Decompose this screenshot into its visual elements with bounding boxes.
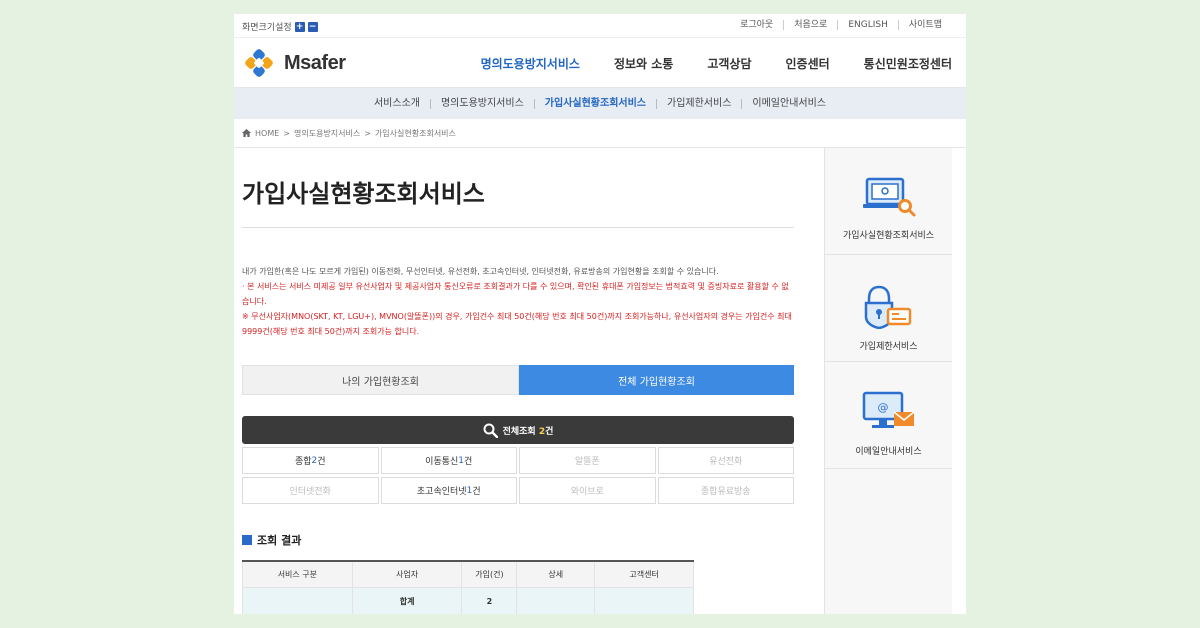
side-item-subscription-check[interactable]: 가입사실현황조회서비스	[825, 148, 952, 255]
result-heading: 조회 결과	[242, 532, 794, 548]
col-provider: 사업자	[351, 560, 463, 588]
breadcrumb-level1[interactable]: 명의도용방지서비스	[294, 128, 360, 139]
query-tabs: 나의 가입현황조회 전체 가입현황조회	[242, 365, 794, 395]
font-size-control: 화면크기설정 + −	[242, 20, 318, 33]
category-total[interactable]: 종합 2 건	[242, 447, 379, 474]
monitor-mail-icon: @	[862, 391, 914, 428]
logo-text: Msafer	[284, 51, 346, 74]
col-count: 가입(건)	[461, 560, 518, 588]
page-title: 가입사실현황조회서비스	[242, 174, 794, 228]
svg-text:@: @	[877, 401, 888, 414]
breadcrumb-separator: >	[283, 128, 290, 138]
limit-notice-text: ※ 무선사업자(MNO(SKT, KT, LGU+), MVNO(알뜰폰))의 …	[242, 312, 792, 336]
english-link[interactable]: ENGLISH	[837, 20, 898, 30]
description: 내가 가입한(혹은 나도 모르게 가입된) 이동전화, 무선인터넷, 유선전화,…	[242, 264, 794, 339]
breadcrumb: HOME > 명의도용방지서비스 > 가입사실현황조회서비스	[234, 119, 966, 148]
description-text: 내가 가입한(혹은 나도 모르게 가입된) 이동전화, 무선인터넷, 유선전화,…	[242, 267, 719, 276]
lnb-item-intro[interactable]: 서비스소개	[364, 98, 430, 109]
utility-links: 로그아웃 처음으로 ENGLISH 사이트맵	[730, 20, 952, 30]
main-content: 가입사실현황조회서비스 내가 가입한(혹은 나도 모르게 가입된) 이동전화, …	[242, 148, 794, 614]
category-paid-tv[interactable]: 종합유료방송	[657, 477, 794, 504]
tab-my-subscription[interactable]: 나의 가입현황조회	[242, 365, 519, 395]
sub-navigation: 서비스소개 명의도용방지서비스 가입사실현황조회서비스 가입제한서비스 이메일안…	[234, 88, 966, 119]
table-header-row: 서비스 구분 사업자 가입(건) 상세 고객센터	[242, 560, 694, 588]
result-table: 서비스 구분 사업자 가입(건) 상세 고객센터 합계 2 소계	[242, 560, 694, 614]
side-item-label: 가입제한서비스	[859, 342, 918, 352]
logo[interactable]: Msafer	[242, 49, 346, 77]
category-broadband[interactable]: 초고속인터넷 1 건	[380, 477, 517, 504]
cell-center	[594, 586, 694, 614]
utility-bar: 화면크기설정 + − 로그아웃 처음으로 ENGLISH 사이트맵	[234, 14, 966, 38]
heading-marker-icon	[242, 535, 252, 545]
gnb-menu: 명의도용방지서비스 정보와 소통 고객상담 인증센터 통신민원조정센터	[447, 55, 952, 72]
font-size-label: 화면크기설정	[242, 23, 292, 33]
col-detail: 상세	[516, 560, 596, 588]
main-navigation: Msafer 명의도용방지서비스 정보와 소통 고객상담 인증센터 통신민원조정…	[234, 38, 966, 88]
logout-link[interactable]: 로그아웃	[730, 20, 783, 30]
gnb-item-info[interactable]: 정보와 소통	[614, 55, 673, 72]
lock-card-icon	[864, 285, 911, 329]
cell-provider: 합계	[351, 586, 463, 614]
category-unit: 건	[317, 457, 326, 467]
breadcrumb-separator: >	[364, 128, 371, 138]
all-query-label: 전체조회	[502, 426, 536, 437]
home-icon	[242, 129, 251, 137]
table-row: 합계 2	[242, 586, 694, 614]
category-wibro[interactable]: 와이브로	[519, 477, 656, 504]
breadcrumb-home[interactable]: HOME	[255, 129, 279, 138]
font-size-plus-button[interactable]: +	[294, 21, 305, 32]
gnb-item-consult[interactable]: 고객상담	[707, 55, 751, 72]
side-item-email[interactable]: @ 이메일안내서비스	[825, 362, 952, 469]
category-mobile[interactable]: 이동통신 1 건	[380, 447, 517, 474]
lnb-item-restriction[interactable]: 가입제한서비스	[656, 98, 741, 109]
gnb-item-identity-theft[interactable]: 명의도용방지서비스	[481, 55, 580, 72]
breadcrumb-level2[interactable]: 가입사실현황조회서비스	[375, 128, 456, 139]
side-quick-menu: 가입사실현황조회서비스 가입제한서비스 @ 이메일안내서비스	[824, 148, 952, 614]
category-filters: 종합 2 건 이동통신 1 건 알뜰폰 유선전화 인터넷전화 초고속인터넷 1 건 와이…	[242, 447, 794, 504]
msafer-logo-icon	[245, 49, 273, 77]
gnb-item-cert[interactable]: 인증센터	[786, 55, 830, 72]
tab-all-subscription[interactable]: 전체 가입현황조회	[519, 365, 794, 395]
category-landline[interactable]: 유선전화	[657, 447, 794, 474]
notice-text: · 본 서비스는 서비스 미제공 일부 유선사업자 및 제공사업자 통신오류로 …	[242, 282, 789, 306]
search-icon	[483, 423, 498, 438]
side-item-restriction[interactable]: 가입제한서비스	[825, 255, 952, 362]
result-heading-text: 조회 결과	[257, 534, 302, 547]
category-unit: 건	[472, 487, 481, 497]
cell-count: 2	[461, 586, 518, 614]
category-label: 초고속인터넷	[416, 487, 467, 497]
sitemap-link[interactable]: 사이트맵	[897, 20, 952, 30]
category-mvno[interactable]: 알뜰폰	[519, 447, 656, 474]
all-query-unit: 건	[545, 426, 554, 437]
lnb-item-prevention[interactable]: 명의도용방지서비스	[429, 98, 534, 109]
col-service: 서비스 구분	[242, 560, 353, 588]
category-label: 종합	[294, 457, 312, 467]
side-item-label: 이메일안내서비스	[855, 447, 922, 457]
cell-detail	[516, 586, 596, 614]
col-center: 고객센터	[594, 560, 694, 588]
category-voip[interactable]: 인터넷전화	[242, 477, 379, 504]
cell-service	[242, 586, 353, 614]
lnb-item-subscription-check[interactable]: 가입사실현황조회서비스	[533, 98, 656, 109]
home-link[interactable]: 처음으로	[783, 20, 837, 30]
gnb-item-mediation[interactable]: 통신민원조정센터	[864, 55, 952, 72]
page: 화면크기설정 + − 로그아웃 처음으로 ENGLISH 사이트맵 Msafer…	[234, 14, 966, 614]
category-unit: 건	[464, 457, 473, 467]
side-item-label: 가입사실현황조회서비스	[842, 231, 935, 241]
font-size-minus-button[interactable]: −	[307, 21, 318, 32]
lnb-item-email[interactable]: 이메일안내서비스	[741, 98, 836, 109]
all-query-button[interactable]: 전체조회 2건	[242, 416, 794, 444]
category-label: 이동통신	[425, 457, 459, 467]
monitor-search-icon	[862, 177, 915, 217]
